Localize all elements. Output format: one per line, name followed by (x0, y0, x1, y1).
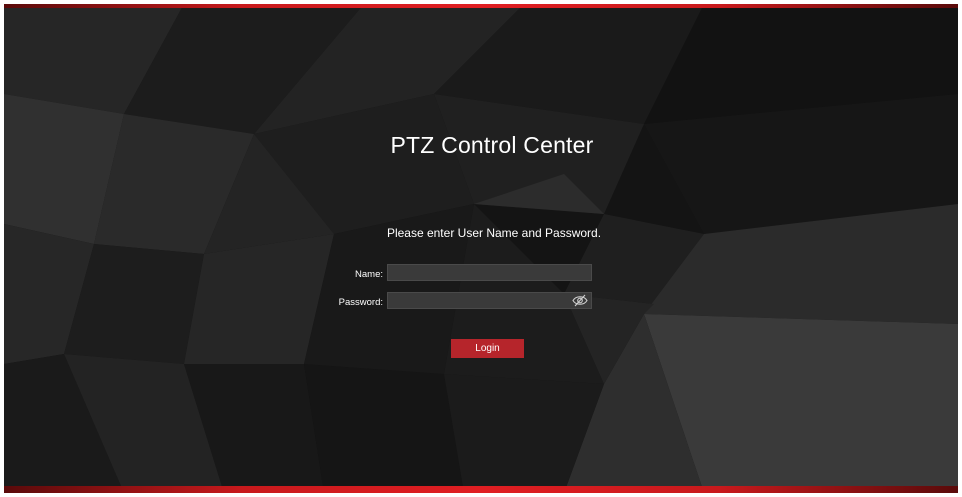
bottom-accent-bar (4, 486, 958, 493)
polygon-background (4, 4, 958, 493)
login-screen: PTZ Control Center Please enter User Nam… (4, 4, 958, 493)
top-accent-bar (4, 4, 958, 8)
page-title: PTZ Control Center (390, 132, 594, 158)
login-button[interactable]: Login (451, 339, 524, 358)
name-field[interactable] (387, 264, 592, 281)
password-field[interactable] (387, 292, 592, 309)
password-label: Password: (338, 297, 383, 308)
eye-slash-icon[interactable] (572, 294, 588, 307)
login-prompt: Please enter User Name and Password. (386, 226, 602, 240)
name-label: Name: (355, 269, 383, 280)
